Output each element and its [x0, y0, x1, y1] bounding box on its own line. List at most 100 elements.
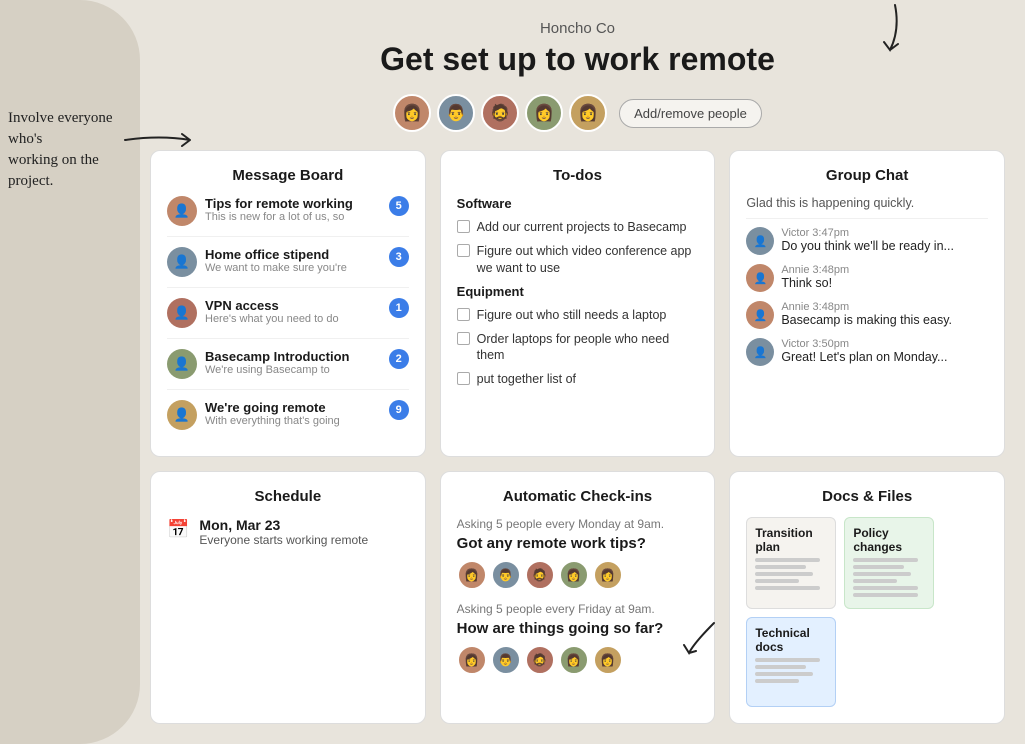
chat-text: Great! Let's plan on Monday...: [781, 350, 988, 364]
schedule-item: 📅 Mon, Mar 23 Everyone starts working re…: [167, 517, 409, 547]
doc-card[interactable]: Technical docs: [746, 617, 836, 707]
message-item[interactable]: 👤 VPN access Here's what you need to do …: [167, 298, 409, 339]
chat-item: 👤 Annie 3:48pm Think so!: [746, 264, 988, 292]
message-badge: 5: [389, 196, 409, 216]
message-title: VPN access: [205, 298, 381, 313]
message-sub: With everything that's going: [205, 415, 381, 427]
doc-card[interactable]: Transition plan: [746, 517, 836, 609]
todo-section-title: Equipment: [457, 284, 699, 299]
docs-title: Docs & Files: [746, 488, 988, 505]
chat-item: 👤 Victor 3:50pm Great! Let's plan on Mon…: [746, 338, 988, 366]
add-people-button[interactable]: Add/remove people: [619, 99, 762, 128]
message-title: Home office stipend: [205, 247, 381, 262]
todo-item[interactable]: Add our current projects to Basecamp: [457, 219, 699, 236]
message-text: Home office stipend We want to make sure…: [205, 247, 381, 274]
message-avatar: 👤: [167, 349, 197, 379]
todo-checkbox[interactable]: [457, 372, 470, 385]
chat-first-message: Glad this is happening quickly.: [746, 196, 988, 219]
todo-checkbox[interactable]: [457, 244, 470, 257]
handwriting-annotation: Involve everyone who's working on the pr…: [8, 108, 138, 192]
todo-text: put together list of: [477, 371, 576, 388]
message-badge: 1: [389, 298, 409, 318]
doc-title: Transition plan: [755, 526, 827, 554]
schedule-card: Schedule 📅 Mon, Mar 23 Everyone starts w…: [150, 471, 426, 724]
chat-meta: Annie 3:48pm: [781, 264, 988, 276]
message-board-card: Message Board 👤 Tips for remote working …: [150, 150, 426, 457]
chat-avatar: 👤: [746, 338, 774, 366]
checkin-avatar: 👨: [491, 645, 521, 675]
message-badge: 2: [389, 349, 409, 369]
message-text: Tips for remote working This is new for …: [205, 196, 381, 223]
message-sub: We're using Basecamp to: [205, 364, 381, 376]
message-item[interactable]: 👤 We're going remote With everything tha…: [167, 400, 409, 440]
doc-title: Policy changes: [853, 526, 925, 554]
message-item[interactable]: 👤 Tips for remote working This is new fo…: [167, 196, 409, 237]
calendar-icon: 📅: [167, 519, 189, 540]
docs-grid: Transition plan Policy changes Technical d…: [746, 517, 988, 707]
message-title: Basecamp Introduction: [205, 349, 381, 364]
chat-text: Basecamp is making this easy.: [781, 313, 988, 327]
avatar[interactable]: 👩: [569, 94, 607, 132]
todo-item[interactable]: put together list of: [457, 371, 699, 388]
checkin-item: Asking 5 people every Friday at 9am. How…: [457, 602, 699, 675]
page-title: Get set up to work remote: [150, 41, 1005, 78]
schedule-date: Mon, Mar 23: [199, 517, 368, 533]
checkin-question: How are things going so far?: [457, 620, 699, 637]
message-sub: This is new for a lot of us, so: [205, 211, 381, 223]
group-chat-card: Group Chat Glad this is happening quickl…: [729, 150, 1005, 457]
todo-checkbox[interactable]: [457, 308, 470, 321]
todo-item[interactable]: Figure out who still needs a laptop: [457, 307, 699, 324]
doc-card[interactable]: Policy changes: [844, 517, 934, 609]
company-name: Honcho Co: [150, 20, 1005, 37]
chat-text: Think so!: [781, 276, 988, 290]
chat-content: Victor 3:47pm Do you think we'll be read…: [781, 227, 988, 253]
checkins-card: Automatic Check-ins Asking 5 people ever…: [440, 471, 716, 724]
checkin-avatar: 👩: [559, 560, 589, 590]
checkin-asking: Asking 5 people every Monday at 9am.: [457, 517, 699, 531]
todo-text: Figure out which video conference app we…: [477, 243, 699, 277]
message-title: We're going remote: [205, 400, 381, 415]
message-avatar: 👤: [167, 298, 197, 328]
message-board-title: Message Board: [167, 167, 409, 184]
todo-text: Add our current projects to Basecamp: [477, 219, 687, 236]
avatar[interactable]: 👨: [437, 94, 475, 132]
checkin-avatar: 👨: [491, 560, 521, 590]
chat-meta: Annie 3:48pm: [781, 301, 988, 313]
avatar[interactable]: 👩: [393, 94, 431, 132]
checkin-avatar: 👩: [593, 645, 623, 675]
chat-content: Victor 3:50pm Great! Let's plan on Monda…: [781, 338, 988, 364]
todo-checkbox[interactable]: [457, 220, 470, 233]
page-header: Honcho Co Get set up to work remote: [150, 20, 1005, 78]
avatar[interactable]: 👩: [525, 94, 563, 132]
message-list: 👤 Tips for remote working This is new fo…: [167, 196, 409, 440]
message-badge: 3: [389, 247, 409, 267]
message-item[interactable]: 👤 Home office stipend We want to make su…: [167, 247, 409, 288]
message-avatar: 👤: [167, 196, 197, 226]
todo-item[interactable]: Order laptops for people who need them: [457, 331, 699, 365]
todos-title: To-dos: [457, 167, 699, 184]
checkin-avatar: 👩: [593, 560, 623, 590]
checkin-avatars: 👩 👨 🧔 👩 👩: [457, 560, 699, 590]
checkin-avatar: 🧔: [525, 560, 555, 590]
docs-card: Docs & Files Transition plan Policy chang…: [729, 471, 1005, 724]
message-text: Basecamp Introduction We're using Baseca…: [205, 349, 381, 376]
todo-checkbox[interactable]: [457, 332, 470, 345]
message-text: VPN access Here's what you need to do: [205, 298, 381, 325]
checkin-avatar: 🧔: [525, 645, 555, 675]
todo-item[interactable]: Figure out which video conference app we…: [457, 243, 699, 277]
todo-text: Order laptops for people who need them: [477, 331, 699, 365]
checkin-avatar: 👩: [457, 645, 487, 675]
checkin-avatars: 👩 👨 🧔 👩 👩: [457, 645, 699, 675]
group-chat-title: Group Chat: [746, 167, 988, 184]
chat-content: Annie 3:48pm Basecamp is making this eas…: [781, 301, 988, 327]
people-row: 👩 👨 🧔 👩 👩 Add/remove people: [150, 94, 1005, 132]
schedule-title: Schedule: [167, 488, 409, 505]
checkin-asking: Asking 5 people every Friday at 9am.: [457, 602, 699, 616]
todos-card: To-dos Software Add our current projects…: [440, 150, 716, 457]
chat-text: Do you think we'll be ready in...: [781, 239, 988, 253]
message-item[interactable]: 👤 Basecamp Introduction We're using Base…: [167, 349, 409, 390]
chat-meta: Victor 3:50pm: [781, 338, 988, 350]
chat-meta: Victor 3:47pm: [781, 227, 988, 239]
todo-text: Figure out who still needs a laptop: [477, 307, 667, 324]
avatar[interactable]: 🧔: [481, 94, 519, 132]
